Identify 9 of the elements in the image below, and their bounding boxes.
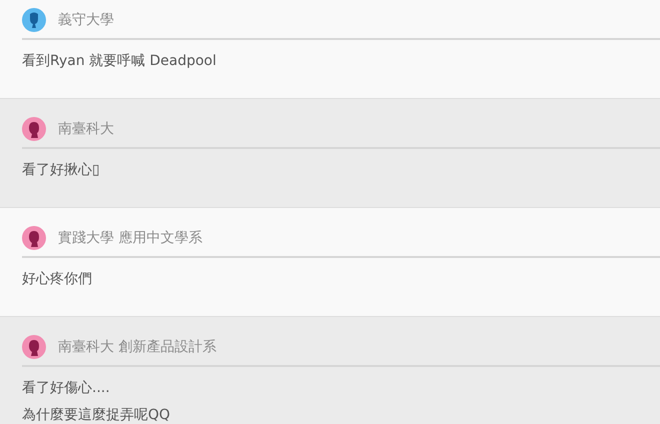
comment-text: 好心疼你們 [22, 270, 93, 289]
author-name: 實踐大學 應用中文學系 [58, 229, 202, 247]
comment-text: 看了好揪心▯ [22, 161, 101, 180]
author-name: 義守大學 [58, 11, 114, 29]
comment-text: 看到Ryan 就要呼喊 Deadpool [22, 52, 218, 71]
comment-text: 為什麼要這麼捉弄呢QQ [22, 406, 172, 424]
author-name: 南臺科大 創新產品設計系 [58, 338, 216, 356]
author-name: 南臺科大 [58, 120, 114, 138]
comment-text: 看了好傷心.... [22, 379, 111, 398]
